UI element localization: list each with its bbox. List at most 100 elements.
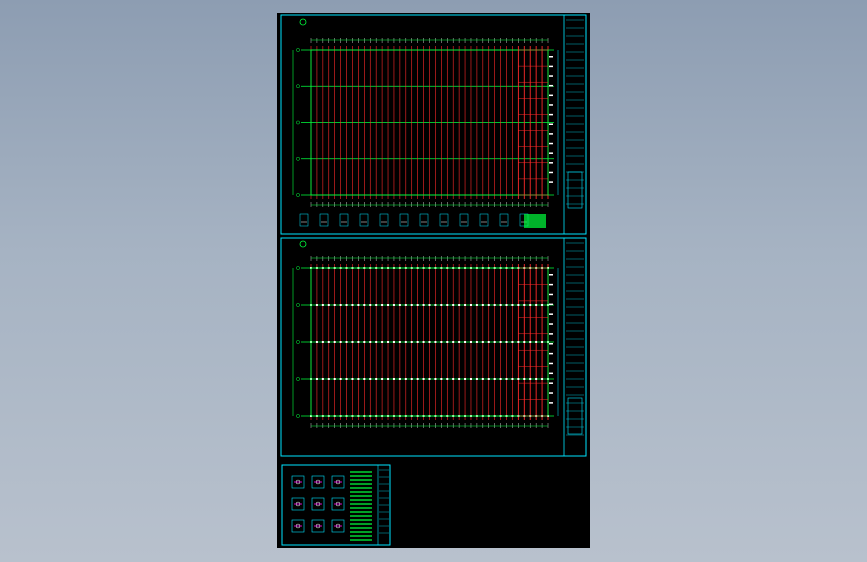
column-marker	[499, 378, 502, 380]
dimension-label	[549, 313, 553, 315]
column-marker	[475, 304, 478, 306]
column-marker	[422, 304, 425, 306]
cad-viewport[interactable]	[0, 0, 867, 562]
column-marker	[452, 341, 455, 343]
column-marker	[339, 341, 342, 343]
dimension-label	[549, 382, 553, 384]
column-marker	[487, 341, 490, 343]
dimension-label	[549, 323, 553, 325]
column-marker	[404, 304, 407, 306]
column-marker	[416, 341, 419, 343]
column-marker	[440, 304, 443, 306]
dimension-label	[549, 293, 553, 296]
column-marker	[481, 378, 484, 380]
dimension-label	[549, 333, 553, 335]
column-marker	[458, 341, 461, 343]
column-marker	[321, 341, 324, 343]
dimension-label	[549, 94, 553, 97]
column-marker	[387, 304, 390, 306]
column-marker	[511, 304, 514, 306]
column-marker	[511, 341, 514, 343]
column-marker	[387, 378, 390, 380]
column-marker	[517, 304, 520, 306]
column-marker	[398, 341, 401, 343]
column-marker	[428, 341, 431, 343]
column-marker	[529, 378, 532, 380]
column-marker	[505, 378, 508, 380]
column-marker	[535, 378, 538, 380]
column-marker	[339, 378, 342, 380]
column-marker	[535, 341, 538, 343]
column-marker	[517, 378, 520, 380]
column-marker	[487, 304, 490, 306]
column-marker	[357, 378, 360, 380]
dimension-label	[549, 152, 553, 154]
column-marker	[416, 378, 419, 380]
column-marker	[511, 378, 514, 380]
column-marker	[363, 304, 366, 306]
dimension-label	[549, 372, 553, 375]
column-marker	[404, 341, 407, 343]
paper-background	[277, 13, 590, 548]
column-marker	[440, 341, 443, 343]
column-marker	[381, 304, 384, 306]
column-marker	[475, 341, 478, 343]
column-marker	[428, 378, 431, 380]
dimension-label	[549, 303, 553, 306]
column-marker	[434, 304, 437, 306]
column-marker	[434, 341, 437, 343]
column-marker	[351, 304, 354, 306]
dimension-label	[549, 162, 553, 164]
column-marker	[327, 378, 330, 380]
column-marker	[523, 378, 526, 380]
column-marker	[475, 378, 478, 380]
column-marker	[541, 304, 544, 306]
column-marker	[416, 304, 419, 306]
dimension-label	[549, 75, 553, 77]
column-marker	[452, 378, 455, 380]
column-marker	[351, 341, 354, 343]
dimension-label	[549, 181, 553, 183]
column-marker	[464, 304, 467, 306]
dimension-label	[549, 171, 553, 174]
column-marker	[493, 341, 496, 343]
column-marker	[357, 304, 360, 306]
column-marker	[434, 378, 437, 380]
dimension-label	[549, 343, 553, 345]
column-marker	[321, 304, 324, 306]
column-marker	[398, 378, 401, 380]
column-marker	[315, 304, 318, 306]
column-marker	[363, 378, 366, 380]
column-marker	[375, 378, 378, 380]
column-marker	[381, 341, 384, 343]
column-marker	[410, 341, 413, 343]
column-marker	[469, 378, 472, 380]
drawing-canvas[interactable]	[0, 0, 867, 562]
column-marker	[357, 341, 360, 343]
column-marker	[387, 341, 390, 343]
column-marker	[398, 304, 401, 306]
dimension-label	[549, 142, 553, 145]
column-marker	[523, 304, 526, 306]
column-marker	[333, 378, 336, 380]
column-marker	[469, 341, 472, 343]
column-marker	[345, 341, 348, 343]
column-marker	[493, 378, 496, 380]
dimension-label	[549, 402, 553, 404]
column-marker	[535, 304, 538, 306]
column-marker	[446, 378, 449, 380]
column-marker	[481, 341, 484, 343]
column-marker	[392, 341, 395, 343]
column-marker	[458, 304, 461, 306]
column-marker	[505, 341, 508, 343]
column-marker	[381, 378, 384, 380]
column-marker	[517, 341, 520, 343]
column-marker	[369, 304, 372, 306]
column-marker	[493, 304, 496, 306]
column-marker	[351, 378, 354, 380]
column-marker	[446, 341, 449, 343]
column-marker	[541, 378, 544, 380]
dimension-label	[549, 56, 553, 58]
column-marker	[505, 304, 508, 306]
column-marker	[321, 378, 324, 380]
